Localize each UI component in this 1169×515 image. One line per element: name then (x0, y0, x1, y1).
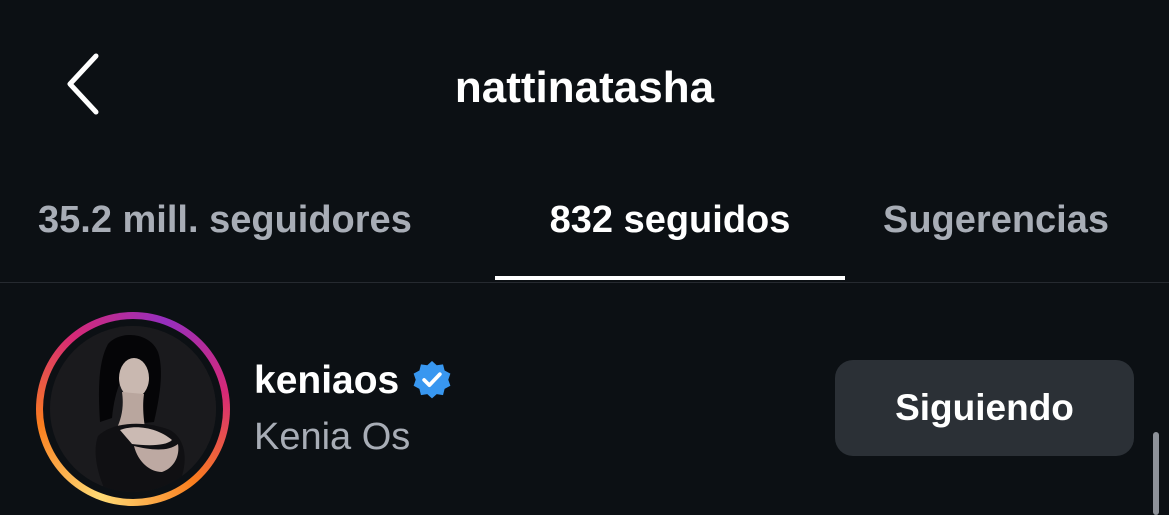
verified-badge-icon (413, 361, 451, 399)
list-item[interactable]: keniaos Kenia Os Siguiendo (0, 300, 1169, 515)
back-button[interactable] (52, 48, 116, 120)
username-link[interactable]: keniaos (254, 354, 453, 408)
scrollbar[interactable] (1153, 432, 1159, 515)
avatar-image (50, 326, 216, 492)
tab-suggestions[interactable]: Sugerencias (883, 190, 1109, 250)
full-name: Kenia Os (254, 416, 411, 458)
username: keniaos (254, 359, 400, 402)
tab-following[interactable]: 832 seguidos (495, 190, 845, 250)
chevron-left-icon (67, 53, 99, 115)
tab-followers[interactable]: 35.2 mill. seguidores (38, 190, 412, 250)
tab-bar: 35.2 mill. seguidores 832 seguidos Suger… (0, 170, 1169, 282)
following-button[interactable]: Siguiendo (835, 360, 1134, 456)
header: nattinatasha (0, 0, 1169, 170)
following-screen: nattinatasha 35.2 mill. seguidores 832 s… (0, 0, 1169, 515)
story-ring[interactable] (36, 312, 230, 506)
page-title: nattinatasha (454, 63, 715, 112)
avatar (50, 326, 216, 492)
divider (0, 282, 1169, 283)
active-tab-indicator (495, 276, 845, 280)
